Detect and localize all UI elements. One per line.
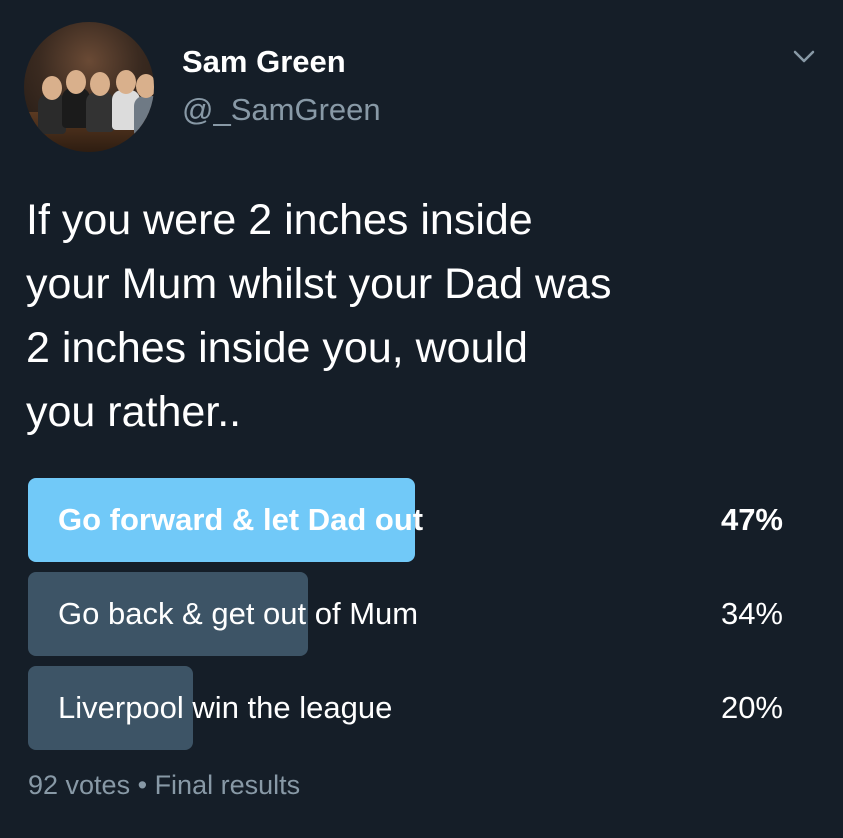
tweet-text-line: 2 inches inside you, would [26,324,528,372]
avatar[interactable] [24,22,154,152]
tweet-text-line: your Mum whilst your Dad was [26,260,612,308]
poll-option-label: Go back & get out of Mum [58,596,419,631]
avatar-photo-face [136,74,154,98]
author-name[interactable]: Sam Green [182,44,346,80]
poll-option-percent: 20% [720,690,783,725]
avatar-photo-face [90,72,110,96]
poll-vote-count: 92 votes [28,770,131,800]
poll-option-percent: 34% [720,596,783,631]
author-handle[interactable]: @_SamGreen [182,92,381,128]
poll-option-percent: 47% [720,502,783,537]
poll-option-label: Liverpool win the league [58,690,393,725]
tweet-card: Sam Green @_SamGreen If you were 2 inche… [0,0,843,838]
avatar-photo-face [42,76,62,100]
poll-footer: 92 votes • Final results [28,770,300,801]
tweet-text-line: you rather.. [26,388,242,436]
poll-separator: • [137,770,148,800]
poll-option[interactable]: Liverpool win the league 20% [28,666,813,750]
avatar-photo-person [86,92,114,132]
poll-status: Final results [154,770,301,800]
poll-option[interactable]: Go back & get out of Mum 34% [28,572,813,656]
poll-option-label: Go forward & let Dad out [58,502,424,537]
avatar-photo-person [134,96,154,136]
tweet-text: If you were 2 inches inside your Mum whi… [26,188,816,444]
avatar-photo-face [116,70,136,94]
avatar-photo-face [66,70,86,94]
poll-option[interactable]: Go forward & let Dad out 47% [28,478,813,562]
tweet-text-line: If you were 2 inches inside [26,196,533,244]
chevron-down-icon[interactable] [791,44,817,70]
